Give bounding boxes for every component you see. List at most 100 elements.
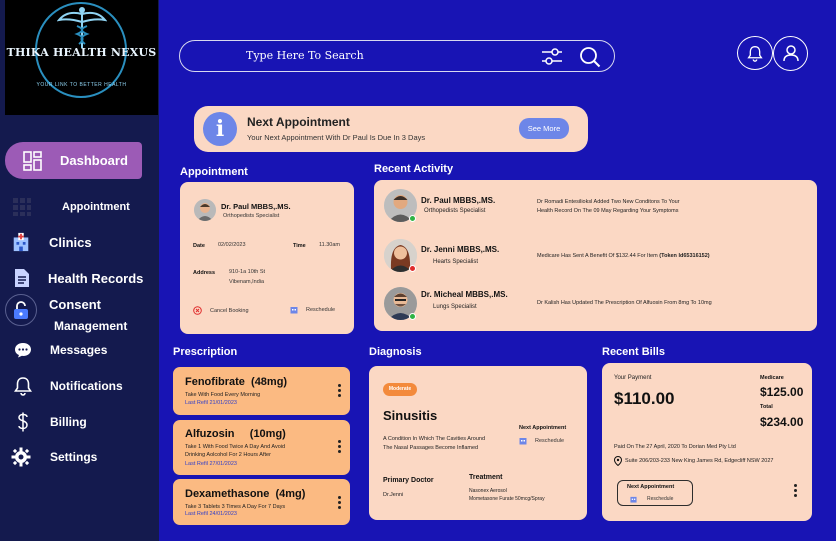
more-options-icon[interactable] xyxy=(336,440,342,453)
next-appointment-label: Next Appointment xyxy=(519,425,567,431)
prescription-item[interactable]: Dexamethasone (4mg) Take 3 Tablets 3 Tim… xyxy=(173,479,350,525)
see-more-button[interactable]: See More xyxy=(519,118,569,139)
payment-amount: $110.00 xyxy=(614,389,675,408)
sidebar-item-billing[interactable]: Billing xyxy=(13,412,87,432)
activity-token: (Token Id65316152) xyxy=(659,253,710,259)
activity-doctor-specialty: Orthopedists Specialist xyxy=(424,208,486,214)
caduceus-icon xyxy=(57,7,107,48)
reschedule-button[interactable]: Reschedule xyxy=(519,437,564,445)
search-input[interactable]: Type Here To Search xyxy=(246,49,364,62)
more-options-icon[interactable] xyxy=(336,496,342,509)
calendar-icon xyxy=(630,496,637,503)
total-label: Total xyxy=(760,404,773,410)
cancel-icon xyxy=(193,306,202,315)
banner-subtitle: Your Next Appointment With Dr Paul Is Du… xyxy=(247,133,426,142)
next-appointment-banner: i Next Appointment Your Next Appointment… xyxy=(194,106,588,152)
doctor-specialty: Orthopedists Specialist xyxy=(223,213,280,219)
date-value: 02/02/2023 xyxy=(218,242,246,248)
address-label: Address xyxy=(193,270,216,276)
medication-refill: Last Refil 24/01/2023 xyxy=(185,511,237,517)
recent-bills-card: Your Payment $110.00 Medicare $125.00 To… xyxy=(602,363,812,521)
filter-icon[interactable] xyxy=(541,47,563,67)
appointment-card: Dr. Paul MBBS,.MS. Orthopedists Speciali… xyxy=(180,182,354,334)
medication-note: Take 3 Tablets 3 Times A Day For 7 Days xyxy=(185,504,286,510)
activity-description: Dr Romadi Entesilioksl Added Two New Con… xyxy=(537,199,680,205)
sidebar-item-messages[interactable]: Messages xyxy=(13,340,107,360)
next-appointment-button[interactable]: Next Appointment Reschedule xyxy=(617,480,693,506)
prescription-title: Prescription xyxy=(173,346,238,358)
date-label: Date xyxy=(193,243,205,249)
notifications-button[interactable] xyxy=(737,36,773,70)
hospital-icon xyxy=(11,232,31,252)
sidebar: THIKA HEALTH NEXUS YOUR LINK TO BETTER H… xyxy=(0,0,159,541)
bell-icon xyxy=(13,376,33,396)
dollar-icon xyxy=(13,412,33,432)
treatment-label: Treatment xyxy=(469,474,503,481)
sidebar-item-label: Notifications xyxy=(50,379,123,393)
sidebar-item-label: Health Records xyxy=(48,270,144,286)
calendar-icon xyxy=(12,197,32,217)
sidebar-item-health-records[interactable]: Health Records xyxy=(12,268,143,288)
sidebar-item-notifications[interactable]: Notifications xyxy=(13,376,123,396)
sidebar-item-label: Settings xyxy=(50,450,98,464)
activity-doctor-name: Dr. Micheal MBBS,.MS. xyxy=(421,290,508,299)
sidebar-item-dashboard[interactable]: Dashboard xyxy=(5,142,142,179)
activity-description: Dr Kalish Has Updated The Prescription O… xyxy=(537,300,712,306)
severity-badge: Moderate xyxy=(383,383,417,396)
diagnosis-description: A Condition In Which The Cavities Around… xyxy=(383,436,486,451)
address-line-2: Vibenam,India xyxy=(229,279,265,285)
more-options-icon[interactable] xyxy=(792,484,798,497)
prescription-item[interactable]: Alfuzosin (10mg) Take 1 With Food Twice … xyxy=(173,420,350,475)
activity-description-text: Medicare Has Sent A Benefit Of $132.44 F… xyxy=(537,253,658,259)
activity-doctor-name: Dr. Paul MBBS,.MS. xyxy=(421,196,496,205)
time-label: Time xyxy=(293,243,306,249)
calendar-icon xyxy=(290,307,298,314)
sidebar-item-label: Consent xyxy=(49,297,101,312)
doctor-name: Dr. Paul MBBS,.MS. xyxy=(221,202,291,211)
more-options-icon[interactable] xyxy=(336,384,342,397)
sidebar-item-appointment[interactable]: Appointment xyxy=(12,197,130,217)
activity-doctor-name: Dr. Jenni MBBS,.MS. xyxy=(421,245,500,254)
chat-icon xyxy=(13,340,33,360)
sidebar-item-label: Clinics xyxy=(49,234,92,250)
treatment-line-1: Nasonex Aerosol xyxy=(469,488,507,494)
brand-tagline: YOUR LINK TO BETTER HEALTH xyxy=(36,82,127,88)
medication-dose: (4mg) xyxy=(275,488,306,500)
search-icon[interactable] xyxy=(579,46,601,68)
info-icon: i xyxy=(203,112,237,146)
medication-name: Fenofibrate (48mg) xyxy=(185,376,287,388)
user-icon xyxy=(783,45,799,62)
sidebar-item-label: Dashboard xyxy=(60,153,128,168)
medication-name: Alfuzosin (10mg) xyxy=(185,428,286,440)
medicare-label: Medicare xyxy=(760,375,784,381)
next-appointment-label: Next Appointment xyxy=(627,484,675,490)
medication-note-2: Drinking Aolcohol For 2 Hours After xyxy=(185,452,271,458)
primary-doctor-label: Primary Doctor xyxy=(383,477,434,484)
sidebar-item-label: Messages xyxy=(50,343,108,357)
sidebar-item-consent-management[interactable]: Consent Management xyxy=(5,294,127,333)
sidebar-item-settings[interactable]: Settings xyxy=(11,447,97,467)
profile-button[interactable] xyxy=(773,36,808,71)
location-pin-icon xyxy=(614,456,622,466)
medication-dose: (48mg) xyxy=(251,376,288,388)
activity-doctor-specialty: Lungs Specialist xyxy=(433,304,477,310)
prescription-item[interactable]: Fenofibrate (48mg) Take With Food Every … xyxy=(173,367,350,415)
paid-text: Paid On The 27 April, 2020 To Dorian Med… xyxy=(614,444,736,450)
status-dot xyxy=(409,215,416,222)
cancel-booking-label: Cancel Booking xyxy=(210,307,249,314)
activity-description-2: Health Record On The 09 May Regarding Yo… xyxy=(537,208,679,214)
cancel-booking-button[interactable]: Cancel Booking xyxy=(193,306,249,315)
medication-name: Dexamethasone (4mg) xyxy=(185,488,305,500)
sidebar-item-clinics[interactable]: Clinics xyxy=(11,232,92,252)
medication-name-text: Fenofibrate xyxy=(185,376,245,388)
payment-label: Your Payment xyxy=(614,375,652,381)
sidebar-item-label: Appointment xyxy=(62,201,130,213)
time-value: 11.30am xyxy=(319,242,340,248)
search-bar[interactable]: Type Here To Search xyxy=(179,40,615,72)
reschedule-label: Reschedule xyxy=(306,307,336,313)
sidebar-item-label-2: Management xyxy=(54,319,128,333)
status-dot xyxy=(409,313,416,320)
treatment-line-2: Mometasone Furate 50mcg/Spray xyxy=(469,496,545,502)
reschedule-button[interactable]: Reschedule xyxy=(290,306,335,314)
reschedule-label: Reschedule xyxy=(535,438,565,444)
